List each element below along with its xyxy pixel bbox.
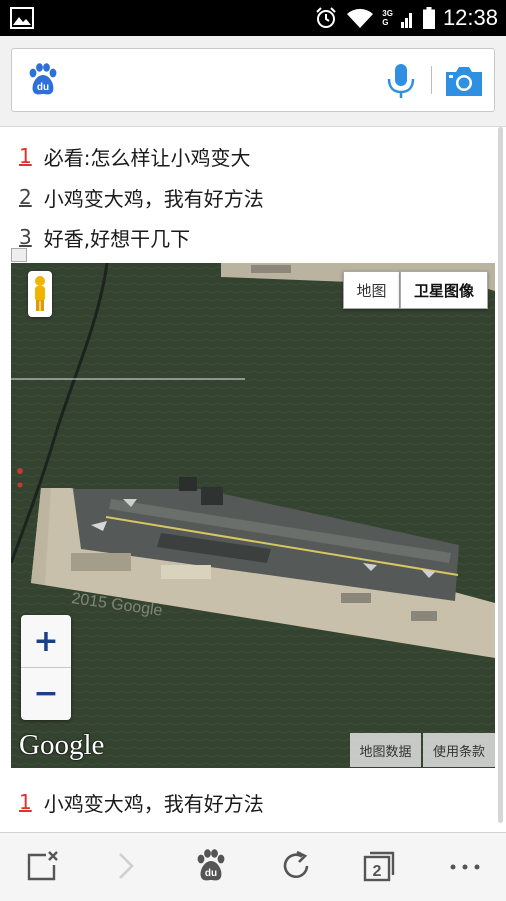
list-item-link[interactable]: 必看:怎么样让小鸡变大 bbox=[44, 142, 251, 171]
google-logo[interactable]: Google bbox=[19, 729, 104, 762]
list-item[interactable]: 3 好香,好想干几下 bbox=[19, 220, 190, 254]
svg-text:du: du bbox=[205, 868, 217, 879]
tab-count: 2 bbox=[373, 863, 382, 880]
list-item[interactable]: 2 小鸡变大鸡，我有好方法 bbox=[19, 180, 264, 214]
bottom-toolbar: du 2 bbox=[0, 832, 506, 901]
terms-of-use-link[interactable]: 使用条款 bbox=[423, 733, 495, 767]
status-bar: 3G G 12:38 bbox=[0, 0, 506, 36]
screenshot-notification-icon bbox=[10, 7, 34, 29]
camera-icon[interactable] bbox=[444, 64, 484, 98]
battery-icon bbox=[422, 7, 435, 29]
satellite-imagery: 2015 Google bbox=[11, 263, 495, 768]
map-type-map-button[interactable]: 地图 bbox=[343, 271, 400, 309]
zoom-in-button[interactable]: + bbox=[21, 615, 71, 668]
baidu-home-icon[interactable]: du bbox=[194, 849, 228, 883]
broken-image-icon bbox=[11, 248, 27, 262]
search-separator bbox=[431, 66, 432, 94]
network-type-bottom: G bbox=[382, 18, 389, 27]
close-page-icon[interactable] bbox=[26, 849, 60, 883]
list-item[interactable]: 1 小鸡变大鸡，我有好方法 bbox=[19, 785, 264, 819]
alarm-icon bbox=[316, 7, 336, 28]
street-view-pegman-icon[interactable] bbox=[28, 271, 52, 317]
list-item-number: 1 bbox=[19, 790, 32, 814]
scrollbar[interactable] bbox=[498, 127, 503, 823]
list-item[interactable]: 1 必看:怎么样让小鸡变大 bbox=[19, 139, 250, 173]
list-item-link[interactable]: 小鸡变大鸡，我有好方法 bbox=[44, 788, 264, 817]
list-item-number: 1 bbox=[19, 144, 32, 168]
svg-text:du: du bbox=[37, 82, 49, 93]
zoom-control: + − bbox=[21, 615, 71, 720]
zoom-out-button[interactable]: − bbox=[21, 667, 71, 719]
map-data-link[interactable]: 地图数据 bbox=[350, 733, 421, 767]
search-input[interactable]: du bbox=[11, 48, 495, 112]
signal-icon bbox=[400, 13, 412, 28]
baidu-paw-icon[interactable]: du bbox=[26, 63, 60, 97]
more-menu-icon[interactable] bbox=[448, 849, 482, 883]
network-type: 3G G bbox=[382, 9, 393, 27]
tabs-icon[interactable]: 2 bbox=[362, 849, 396, 883]
page-content[interactable]: 1 必看:怎么样让小鸡变大 2 小鸡变大鸡，我有好方法 3 好香,好想干几下 2… bbox=[0, 127, 506, 832]
microphone-icon[interactable] bbox=[384, 62, 418, 100]
forward-arrow-icon[interactable] bbox=[114, 849, 138, 883]
satellite-map[interactable]: 2015 Google 地图 卫星图像 + − Google 地图数据 使用条款 bbox=[11, 263, 495, 768]
list-item-number: 3 bbox=[19, 225, 32, 249]
clock: 12:38 bbox=[442, 5, 498, 30]
network-type-top: 3G bbox=[382, 9, 393, 18]
list-item-number: 2 bbox=[19, 185, 32, 209]
list-item-link[interactable]: 好香,好想干几下 bbox=[44, 223, 190, 252]
list-item-link[interactable]: 小鸡变大鸡，我有好方法 bbox=[44, 183, 264, 212]
map-type-satellite-button[interactable]: 卫星图像 bbox=[400, 271, 488, 309]
browser-header: du bbox=[0, 36, 506, 127]
wifi-icon bbox=[347, 8, 374, 28]
refresh-icon[interactable] bbox=[280, 849, 312, 883]
